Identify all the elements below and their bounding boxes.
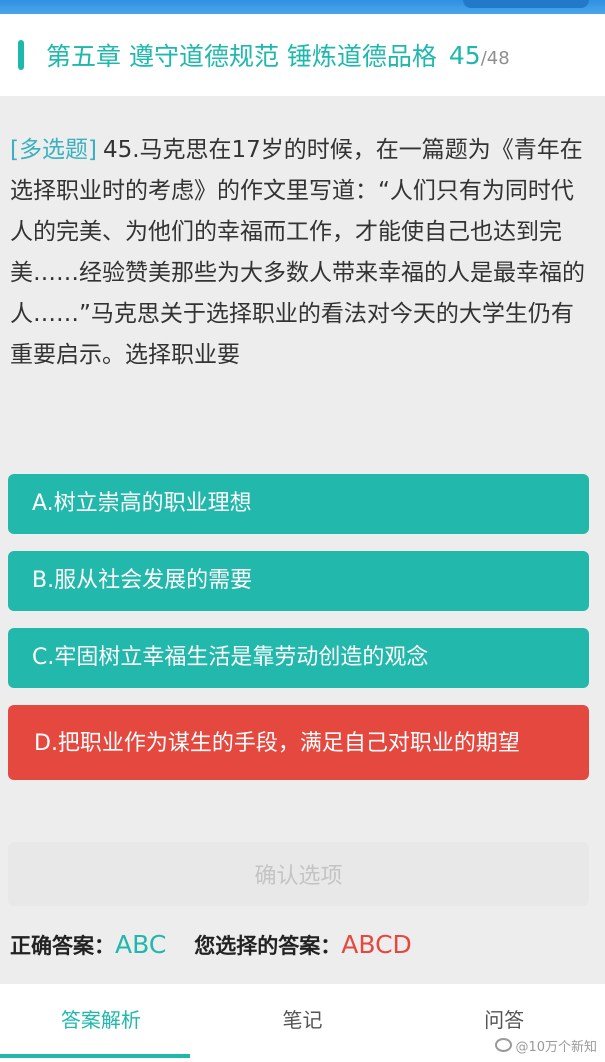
top-pill-decoration (463, 0, 589, 8)
watermark: @10万个新知 (495, 1036, 597, 1055)
current-question-number: 45 (448, 40, 481, 70)
user-answer-value: ABCD (341, 930, 412, 959)
question-block: [多选题] 45.马克思在17岁的时候，在一篇题为《青年在选择职业时的考虑》的作文… (10, 130, 585, 376)
user-answer-label: 您选择的答案： (194, 934, 342, 958)
tab-answer-analysis[interactable]: 答案解析 (0, 974, 202, 1062)
option-b[interactable]: B.服从社会发展的需要 (8, 551, 589, 611)
correct-answer-value: ABC (115, 930, 167, 959)
option-d-label: D.把职业作为谋生的手段，满足自己对职业的期望 (34, 731, 520, 756)
header-accent-bar (18, 40, 24, 70)
total-question-count: 48 (486, 47, 510, 69)
correct-answer-label: 正确答案： (10, 934, 115, 958)
option-b-label: B.服从社会发展的需要 (32, 568, 253, 593)
chapter-header: 第五章 遵守道德规范 锤炼道德品格 45/48 (0, 14, 605, 96)
active-tab-indicator (0, 1054, 190, 1058)
option-c-label: C.牢固树立幸福生活是靠劳动创造的观念 (32, 645, 429, 670)
option-a-label: A.树立崇高的职业理想 (32, 491, 252, 516)
option-c[interactable]: C.牢固树立幸福生活是靠劳动创造的观念 (8, 628, 589, 688)
answer-summary: 正确答案： ABC 您选择的答案： ABCD (10, 930, 600, 960)
question-type-tag: [多选题] (10, 137, 97, 163)
confirm-button[interactable]: 确认选项 (8, 842, 589, 906)
option-a[interactable]: A.树立崇高的职业理想 (8, 474, 589, 534)
weibo-icon (495, 1038, 513, 1052)
watermark-text: @10万个新知 (515, 1040, 597, 1055)
option-d[interactable]: D.把职业作为谋生的手段，满足自己对职业的期望 (8, 705, 589, 780)
tab-qa-label: 问答 (484, 1007, 525, 1032)
tab-notes-label: 笔记 (282, 1007, 323, 1032)
question-text: 45.马克思在17岁的时候，在一篇题为《青年在选择职业时的考虑》的作文里写道：“… (10, 137, 585, 368)
chapter-title: 第五章 遵守道德规范 锤炼道德品格 (46, 42, 437, 71)
confirm-button-label: 确认选项 (254, 864, 343, 889)
tab-answer-analysis-label: 答案解析 (60, 1007, 141, 1032)
tab-notes[interactable]: 笔记 (202, 974, 404, 1062)
options-list: A.树立崇高的职业理想 B.服从社会发展的需要 C.牢固树立幸福生活是靠劳动创造… (8, 474, 589, 797)
question-counter: 45/48 (449, 41, 510, 70)
